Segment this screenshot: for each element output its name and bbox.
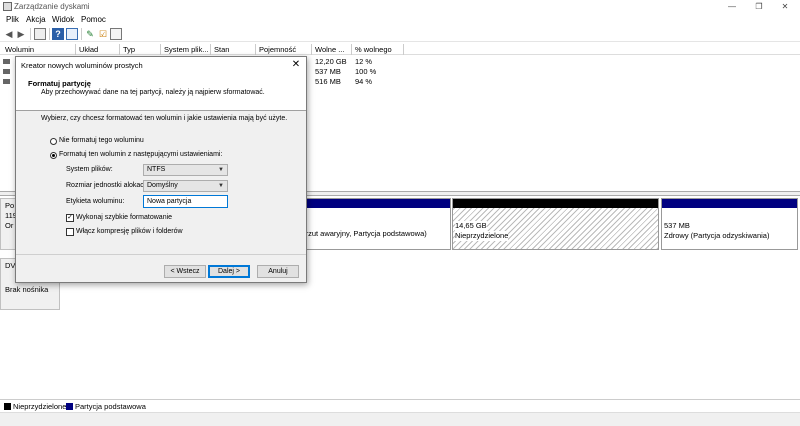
toolbar-separator (81, 28, 82, 40)
toolbar: ◀ ▶ ? ✎ ☑ (0, 26, 800, 42)
free-percent: 100 % (355, 67, 377, 76)
menu-bar: Plik Akcja Widok Pomoc (0, 14, 800, 26)
back-arrow-icon[interactable]: ◀ (3, 28, 15, 40)
partition-unallocated[interactable]: 14,65 GB Nieprzydzielone (452, 198, 659, 250)
toolbar-separator (30, 28, 31, 40)
window-titlebar: Zarządzanie dyskami — ❐ ✕ (0, 0, 800, 14)
menu-widok[interactable]: Widok (52, 15, 74, 24)
quick-format-checkbox[interactable]: ✓ (66, 214, 74, 222)
unallocated-size: 14,65 GB (455, 221, 487, 231)
next-button[interactable]: Dalej > (208, 265, 250, 278)
filesystem-label: System plików: (66, 166, 113, 173)
recovery-size: 537 MB (664, 221, 690, 230)
properties-icon[interactable] (66, 28, 78, 40)
radio-format[interactable] (50, 152, 57, 159)
partition-basic-status: ia, Zrzut awaryjny, Partycja podstawowa) (291, 229, 427, 238)
legend: Nieprzydzielone Partycja podstawowa (0, 399, 800, 412)
compression-checkbox[interactable] (66, 228, 74, 236)
free-space: 537 MB (315, 67, 341, 76)
minimize-button[interactable]: — (719, 0, 745, 14)
menu-plik[interactable]: Plik (6, 15, 19, 24)
maximize-button[interactable]: ❐ (746, 0, 772, 14)
free-space: 12,20 GB (315, 57, 347, 66)
dialog-header: Formatuj partycję Aby przechowywać dane … (16, 73, 306, 111)
col-uklad[interactable]: Układ (76, 44, 120, 55)
col-typ[interactable]: Typ (120, 44, 161, 55)
compression-label[interactable]: Włącz kompresję plików i folderów (76, 228, 183, 235)
forward-arrow-icon[interactable]: ▶ (15, 28, 27, 40)
help-icon[interactable]: ? (52, 28, 64, 40)
refresh-icon[interactable]: ✎ (84, 28, 96, 40)
dvd-status: Brak nośnika (5, 285, 49, 294)
free-percent: 12 % (355, 57, 373, 66)
dialog-titlebar: Kreator nowych woluminów prostych ✕ (16, 57, 306, 73)
col-stan[interactable]: Stan (211, 44, 256, 55)
filesystem-select[interactable]: NTFS ▼ (143, 164, 228, 176)
allocation-unit-value: Domyślny (147, 182, 178, 189)
menu-akcja[interactable]: Akcja (26, 15, 46, 24)
volume-label-input[interactable]: Nowa partycja (143, 195, 228, 208)
free-percent: 94 % (355, 77, 373, 86)
recovery-status: Zdrowy (Partycja odzyskiwania) (664, 231, 770, 240)
chevron-down-icon: ▼ (218, 167, 224, 173)
col-procent-wolnego[interactable]: % wolnego (352, 44, 404, 55)
cancel-button[interactable]: Anuluj (257, 265, 299, 278)
list-view-icon[interactable] (110, 28, 122, 40)
checklist-icon[interactable]: ☑ (97, 28, 109, 40)
allocation-unit-label: Rozmiar jednostki alokacji: (66, 182, 149, 189)
radio-no-format[interactable] (50, 138, 57, 145)
col-wolumin[interactable]: Wolumin (2, 44, 76, 55)
partition-recovery-bar (662, 199, 797, 208)
menu-pomoc[interactable]: Pomoc (81, 15, 106, 24)
close-icon[interactable]: ✕ (290, 59, 302, 71)
volume-icon (3, 59, 10, 64)
volume-list-header: Wolumin Układ Typ System plik... Stan Po… (0, 44, 800, 55)
dialog-separator (16, 254, 306, 255)
dialog-header-title: Formatuj partycję (28, 79, 91, 88)
back-button[interactable]: < Wstecz (164, 265, 206, 278)
partition-recovery[interactable]: 537 MB Zdrowy (Partycja odzyskiwania) (661, 198, 798, 250)
col-wolne[interactable]: Wolne ... (312, 44, 352, 55)
legend-unallocated: Nieprzydzielone (13, 402, 67, 411)
partition-unallocated-bar (453, 199, 658, 208)
chevron-down-icon: ▼ (218, 183, 224, 189)
dialog-title: Kreator nowych woluminów prostych (21, 61, 143, 70)
volume-icon (3, 79, 10, 84)
dialog-header-subtitle: Aby przechowywać dane na tej partycji, n… (41, 89, 265, 96)
unallocated-status: Nieprzydzielone (455, 231, 509, 241)
format-partition-dialog: Kreator nowych woluminów prostych ✕ Form… (15, 56, 307, 283)
window-title: Zarządzanie dyskami (14, 2, 90, 11)
toolbar-separator (49, 28, 50, 40)
col-pojemnosc[interactable]: Pojemność (256, 44, 312, 55)
radio-no-format-label[interactable]: Nie formatuj tego woluminu (59, 137, 144, 144)
legend-swatch-primary (66, 403, 73, 410)
console-tree-icon[interactable] (34, 28, 46, 40)
close-button[interactable]: ✕ (772, 0, 798, 14)
disk-management-icon (3, 2, 12, 11)
free-space: 516 MB (315, 77, 341, 86)
quick-format-label[interactable]: Wykonaj szybkie formatowanie (76, 214, 172, 221)
filesystem-value: NTFS (147, 166, 166, 173)
allocation-unit-select[interactable]: Domyślny ▼ (143, 180, 228, 192)
legend-primary: Partycja podstawowa (75, 402, 146, 411)
dialog-intro-text: Wybierz, czy chcesz formatować ten wolum… (41, 115, 288, 122)
volume-icon (3, 69, 10, 74)
legend-swatch-unallocated (4, 403, 11, 410)
status-bar (0, 412, 800, 426)
col-system-plikow[interactable]: System plik... (161, 44, 211, 55)
radio-format-label[interactable]: Formatuj ten wolumin z następującymi ust… (59, 151, 222, 158)
volume-label-label: Etykieta woluminu: (66, 198, 125, 205)
